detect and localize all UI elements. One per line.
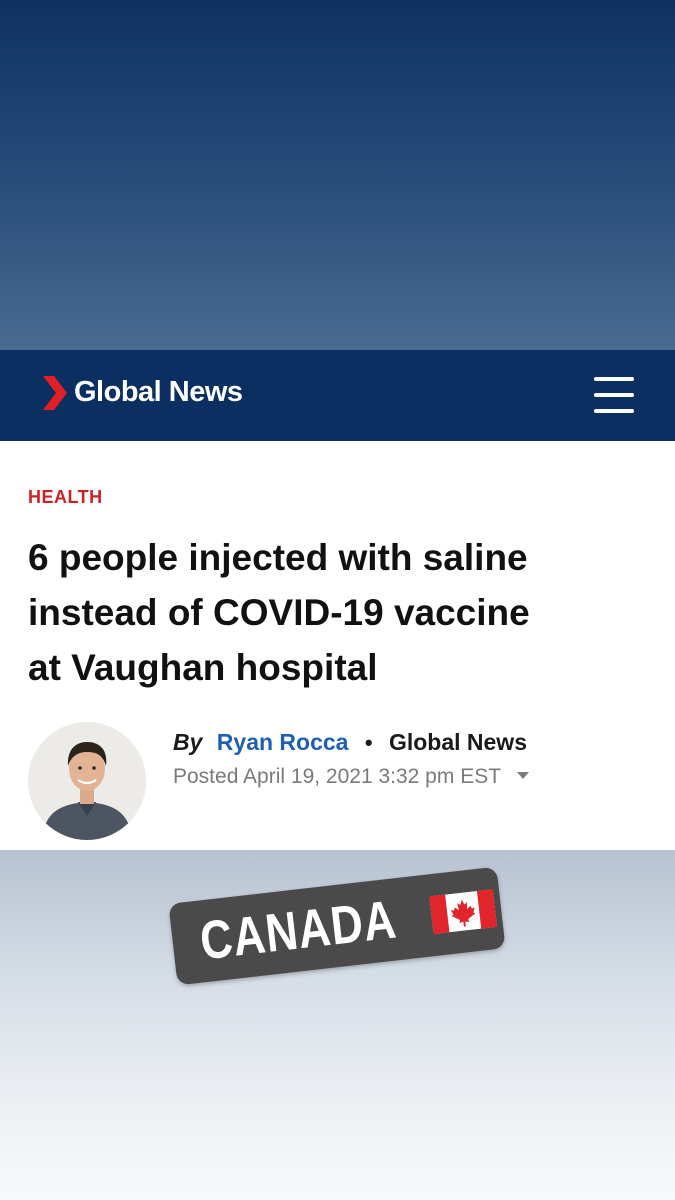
menu-line xyxy=(594,409,634,413)
author-link[interactable]: Ryan Rocca xyxy=(217,729,349,755)
headline-line: at Vaughan hospital xyxy=(28,647,378,688)
category-link[interactable]: HEALTH xyxy=(28,487,103,508)
logo-text: Global News xyxy=(74,375,243,408)
sticker-text: CANADA xyxy=(197,889,400,972)
site-header: Global News xyxy=(0,350,675,441)
global-news-logo[interactable]: Global News xyxy=(40,374,243,412)
canada-flag-icon xyxy=(429,889,498,935)
author-avatar[interactable] xyxy=(28,722,146,840)
top-background xyxy=(0,0,675,350)
by-label: By xyxy=(173,729,203,755)
article-headline: 6 people injected with saline instead of… xyxy=(28,530,658,695)
article-card: HEALTH 6 people injected with saline ins… xyxy=(0,441,675,850)
headline-line: 6 people injected with saline xyxy=(28,537,528,578)
posted-date: Posted April 19, 2021 3:32 pm EST xyxy=(173,765,501,788)
chevron-down-icon xyxy=(516,771,529,779)
posted-date-toggle[interactable]: Posted April 19, 2021 3:32 pm EST xyxy=(173,765,529,789)
author-photo xyxy=(28,722,146,840)
headline-line: instead of COVID-19 vaccine xyxy=(28,592,530,633)
byline: By Ryan Rocca • Global News xyxy=(173,729,527,756)
global-news-chevron-icon xyxy=(43,376,67,410)
hamburger-menu-icon[interactable] xyxy=(594,375,634,415)
byline-separator: • xyxy=(364,730,373,755)
outlet-name: Global News xyxy=(388,729,527,755)
menu-line xyxy=(594,377,634,381)
menu-line xyxy=(594,393,634,397)
